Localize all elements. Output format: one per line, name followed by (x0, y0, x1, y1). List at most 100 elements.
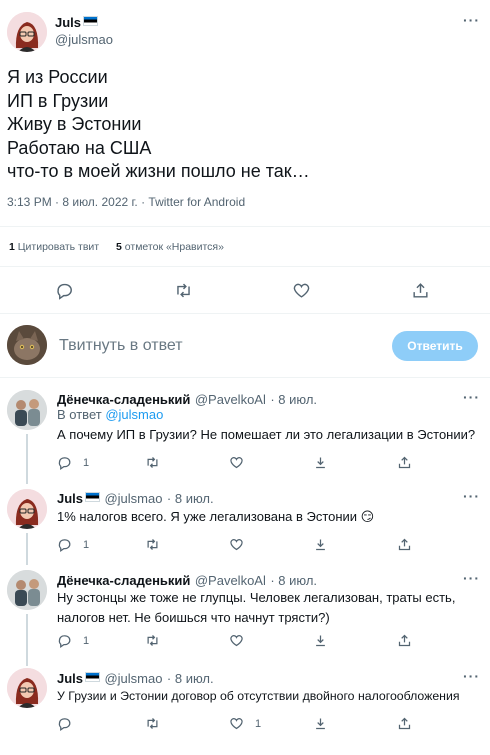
like-action[interactable]: 1 (229, 716, 261, 731)
author-name[interactable]: Juls (55, 15, 81, 30)
retweet-action[interactable] (145, 716, 171, 731)
thread-line (26, 434, 28, 484)
like-count: 5 (116, 241, 122, 253)
reply-author-name[interactable]: Juls (57, 491, 83, 506)
reply-button[interactable]: Ответить (392, 331, 478, 361)
author-handle[interactable]: @julsmao (55, 32, 113, 47)
reply-text: А почему ИП в Грузии? Не помешает ли это… (57, 427, 476, 442)
reply-date[interactable]: · 8 июл. (270, 573, 317, 588)
reply-action[interactable]: 1 (57, 537, 89, 552)
tweet-meta[interactable]: 3:13 PM · 8 июл. 2022 г. · Twitter for A… (7, 195, 245, 209)
reply-header: Juls @julsmao · 8 июл. (57, 490, 214, 508)
reply-author-name[interactable]: Дёнечка-сладенький (57, 573, 190, 588)
more-options-icon[interactable]: ··· (463, 668, 480, 684)
download-action[interactable] (313, 716, 328, 731)
share-icon (398, 538, 411, 551)
download-icon (316, 539, 325, 551)
more-options-icon[interactable]: ··· (463, 389, 480, 405)
retweet-icon (147, 635, 158, 646)
share-icon (398, 456, 411, 469)
retweet-action[interactable] (145, 537, 171, 552)
like-icon (230, 539, 243, 551)
cat-illustration (7, 325, 47, 365)
more-options-icon[interactable]: ··· (463, 488, 480, 504)
like-icon[interactable] (292, 281, 311, 300)
retweet-icon (147, 539, 158, 550)
share-icon (398, 717, 411, 730)
divider (0, 313, 490, 314)
reply-date[interactable]: · 8 июл. (270, 392, 317, 407)
like-count: 1 (255, 717, 262, 730)
reply-avatar[interactable] (7, 489, 47, 529)
reply-date[interactable]: · 8 июл. (167, 671, 214, 686)
reply-avatar[interactable] (7, 570, 47, 610)
like-action[interactable] (229, 455, 255, 470)
author-name-row[interactable]: Juls (55, 15, 99, 30)
author-avatar[interactable] (7, 12, 47, 52)
reply-action[interactable]: 1 (57, 633, 89, 648)
quote-label: Цитировать твит (17, 241, 100, 253)
download-action[interactable] (313, 537, 328, 552)
retweet-action[interactable] (145, 455, 171, 470)
like-label: отметок «Нравится» (124, 241, 224, 253)
reply-author-name[interactable]: Juls (57, 671, 83, 686)
reply-action[interactable]: 1 (57, 455, 89, 470)
estonia-flag-icon (85, 672, 101, 682)
photo-illustration (7, 570, 47, 610)
reply-author-handle[interactable]: @julsmao (104, 671, 162, 686)
reply-avatar[interactable] (7, 668, 47, 708)
share-action[interactable] (397, 633, 412, 648)
download-action[interactable] (313, 455, 328, 470)
retweet-icon[interactable] (174, 281, 193, 300)
download-icon (316, 457, 325, 469)
avatar-illustration (7, 12, 47, 52)
user-avatar[interactable] (7, 325, 47, 365)
like-stat[interactable]: 5 отметок «Нравится» (116, 241, 224, 253)
reply-to-handle[interactable]: @julsmao (105, 407, 163, 422)
share-icon (398, 634, 411, 647)
divider (0, 266, 490, 267)
quote-count: 1 (9, 241, 15, 253)
reply-to-prefix: В ответ (57, 407, 102, 422)
retweet-icon (147, 457, 158, 468)
reply-author-handle[interactable]: @PavelkoAl (195, 392, 266, 407)
divider (0, 226, 490, 227)
reply-icon (58, 457, 71, 470)
reply-text: 1% налогов всего. Я уже легализована в Э… (57, 509, 375, 524)
quote-stat[interactable]: 1 Цитировать твит (9, 241, 102, 253)
share-action[interactable] (397, 455, 412, 470)
reply-author-handle[interactable]: @julsmao (104, 491, 162, 506)
like-icon (230, 457, 243, 469)
tweet-line: ИП в Грузии (7, 90, 109, 111)
avatar-illustration (7, 489, 47, 529)
estonia-flag-icon (83, 16, 99, 26)
download-action[interactable] (313, 633, 328, 648)
reply-author-name[interactable]: Дёнечка-сладенький (57, 392, 190, 407)
more-options-icon[interactable]: ··· (463, 12, 480, 28)
like-action[interactable] (229, 633, 255, 648)
reply-text-line: Ну эстонцы же тоже не глупцы. Человек ле… (57, 590, 456, 605)
share-action[interactable] (397, 537, 412, 552)
reply-icon (58, 635, 71, 648)
avatar-illustration (7, 668, 47, 708)
reply-avatar[interactable] (7, 390, 47, 430)
reply-icon[interactable] (55, 281, 74, 300)
tweet-line: Работаю на США (7, 137, 152, 158)
thread-line (26, 533, 28, 565)
download-icon (316, 635, 325, 647)
reply-action[interactable] (57, 716, 83, 731)
reply-input[interactable]: Твитнуть в ответ (59, 337, 183, 355)
reply-icon (58, 539, 71, 552)
reply-author-handle[interactable]: @PavelkoAl (195, 573, 266, 588)
like-action[interactable] (229, 537, 255, 552)
reply-date[interactable]: · 8 июл. (167, 491, 214, 506)
retweet-icon (147, 718, 158, 729)
retweet-action[interactable] (145, 633, 171, 648)
share-action[interactable] (397, 716, 412, 731)
estonia-flag-icon (85, 492, 101, 502)
download-icon (316, 718, 325, 730)
reply-text-line: налогов нет. Не боишься что начнут тряст… (57, 610, 330, 625)
reply-icon (58, 718, 71, 731)
more-options-icon[interactable]: ··· (463, 570, 480, 586)
share-icon[interactable] (411, 281, 430, 300)
